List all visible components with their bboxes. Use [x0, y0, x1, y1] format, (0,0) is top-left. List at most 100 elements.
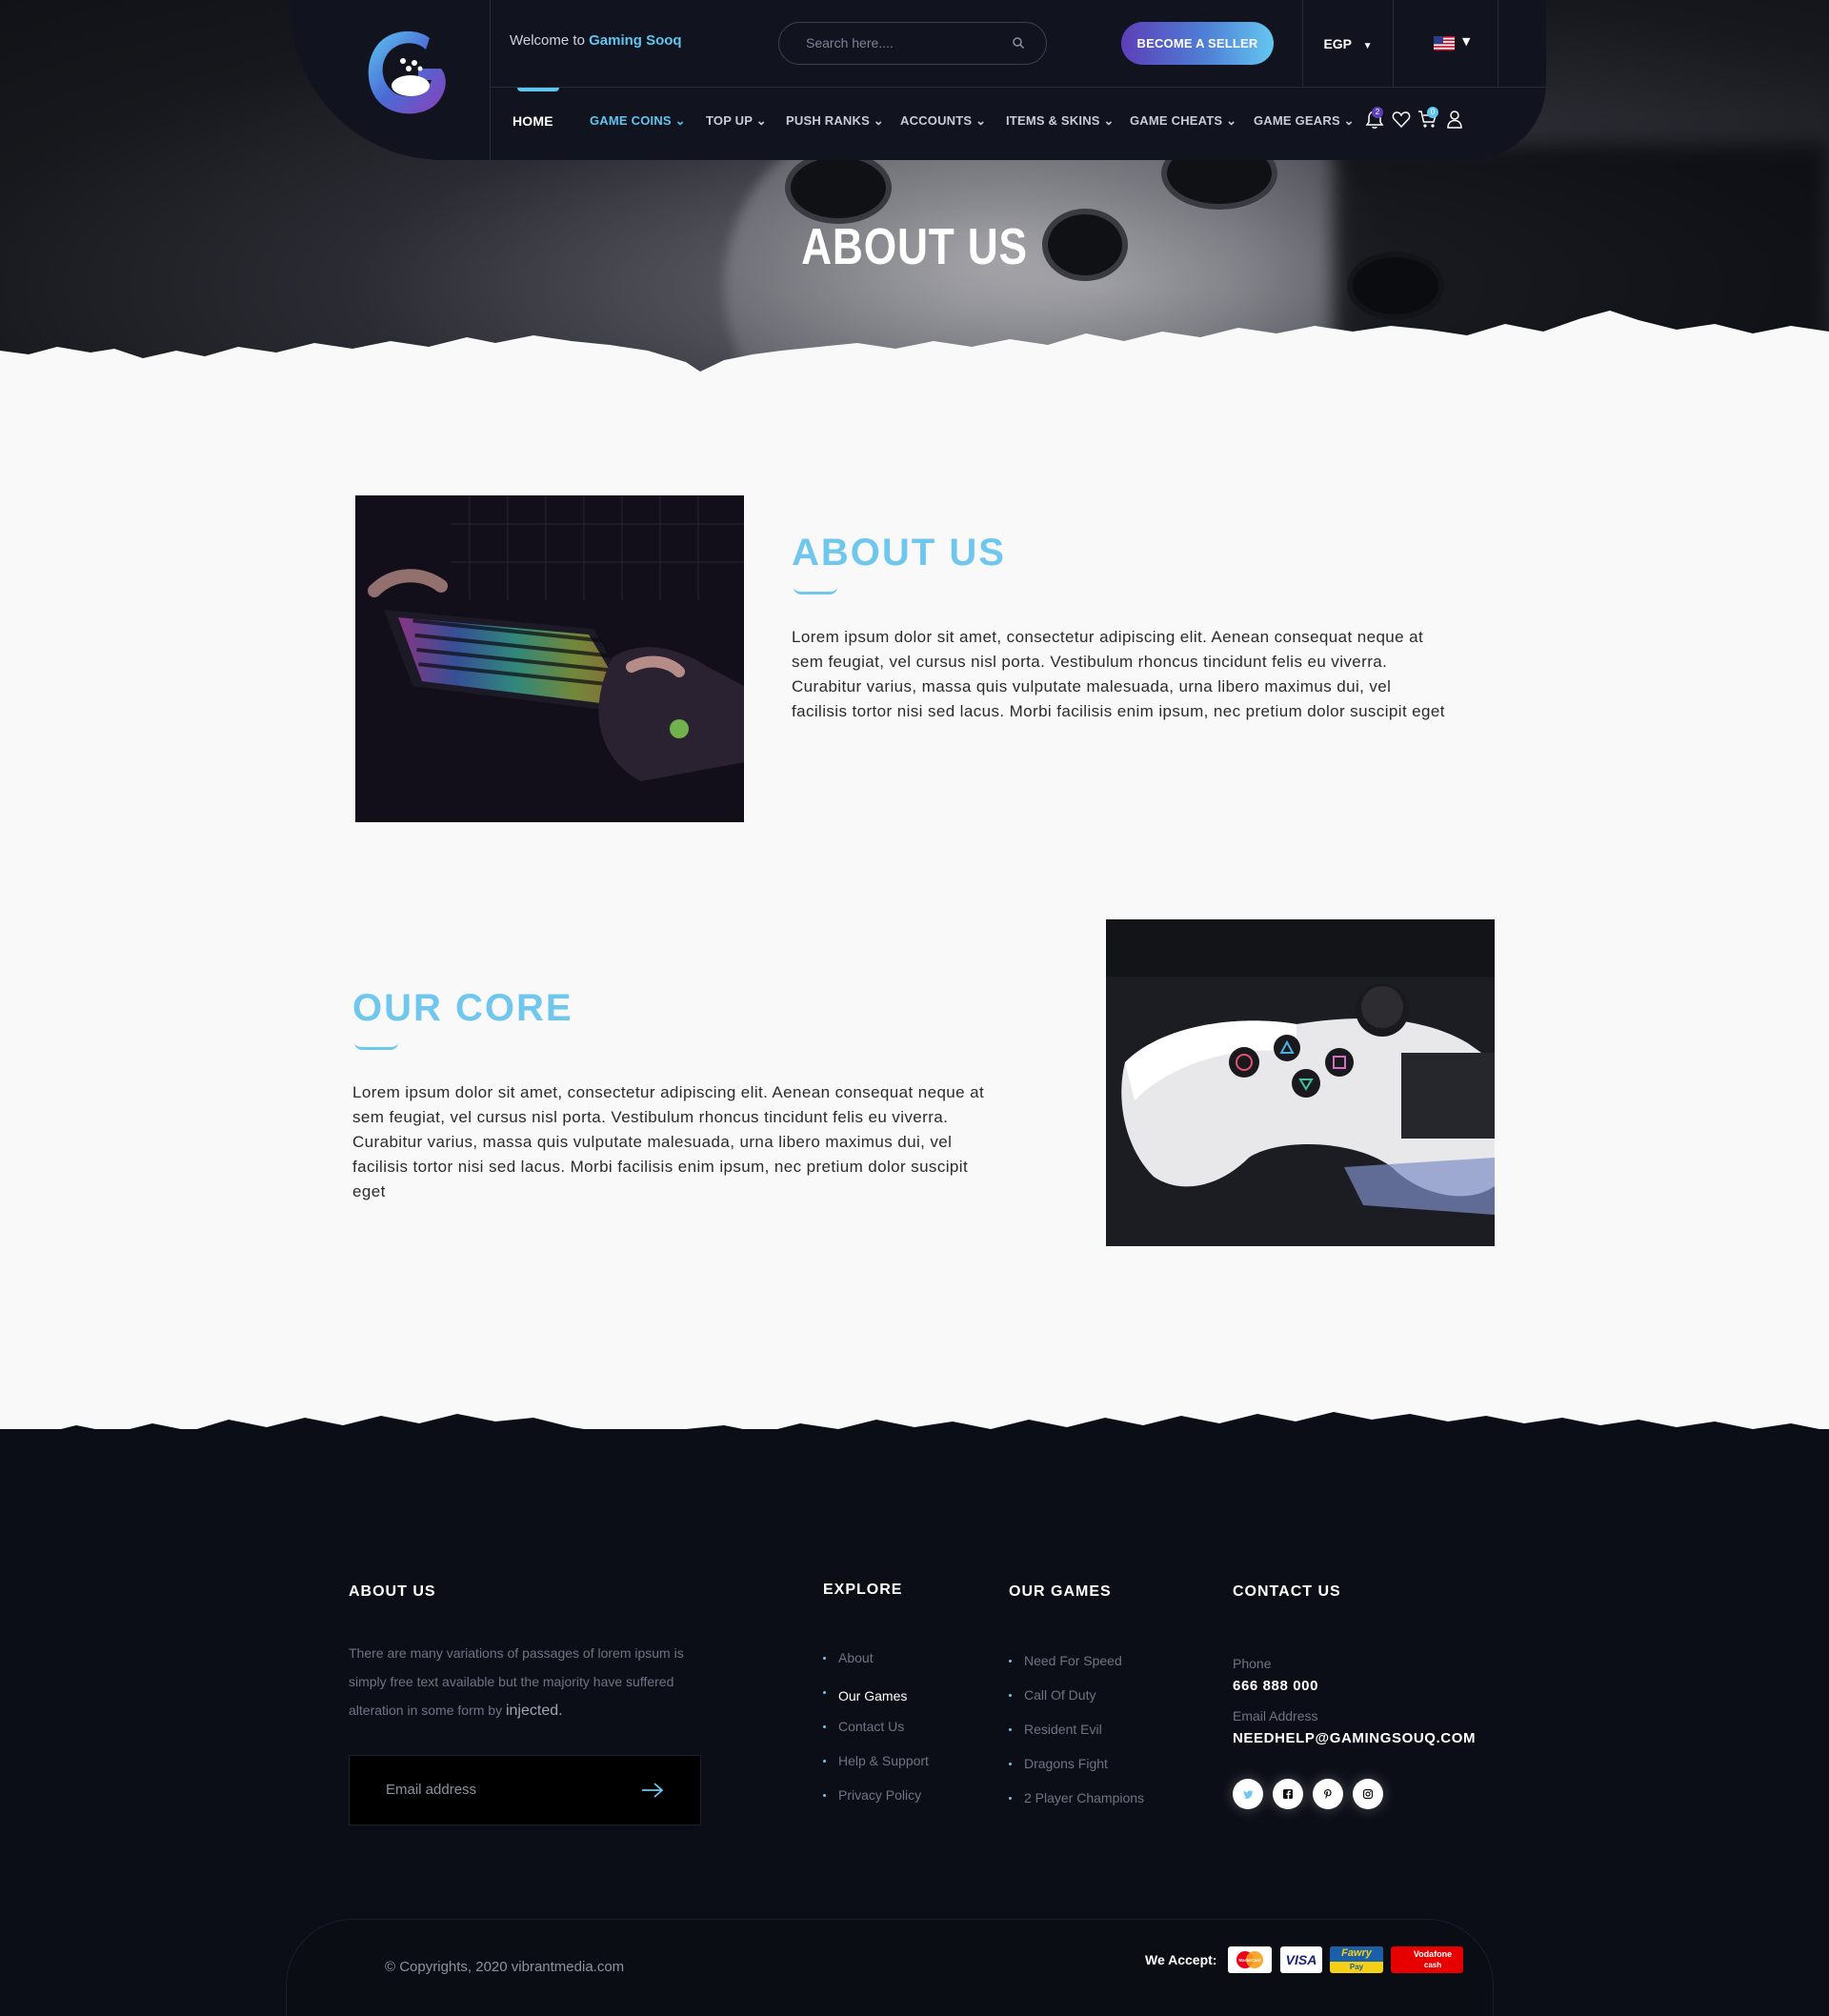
- search-icon[interactable]: [1012, 36, 1025, 50]
- about-section-title: ABOUT US: [792, 532, 1006, 574]
- chevron-down-icon: ⌄: [975, 113, 987, 128]
- footer-explore-list: About Our Games Contact Us Help & Suppor…: [823, 1650, 929, 1822]
- notification-badge: 2: [1372, 107, 1383, 118]
- page-title: ABOUT US: [801, 218, 1028, 275]
- chevron-down-icon: ⌄: [674, 113, 686, 128]
- chevron-down-icon: ⌄: [873, 113, 884, 128]
- nav-item-items-skins[interactable]: ITEMS & SKINS ⌄: [1006, 113, 1115, 129]
- currency-selector[interactable]: EGP ▼: [1302, 0, 1394, 88]
- mastercard-badge: MasterCard: [1228, 1946, 1272, 1973]
- facebook-icon: [1283, 1789, 1293, 1799]
- twitter-button[interactable]: [1233, 1779, 1263, 1809]
- chevron-down-icon: ⌄: [755, 113, 767, 128]
- footer-contact-heading: CONTACT US: [1233, 1583, 1341, 1600]
- phone-value[interactable]: 666 888 000: [1233, 1678, 1318, 1694]
- facebook-button[interactable]: [1273, 1779, 1303, 1809]
- nav-item-push-ranks[interactable]: PUSH RANKS ⌄: [786, 113, 884, 129]
- email-value[interactable]: NEEDHELP@GAMINGSOUQ.COM: [1233, 1730, 1476, 1746]
- welcome-prefix: Welcome to: [510, 32, 585, 49]
- footer-game-link[interactable]: Need For Speed: [1009, 1653, 1144, 1687]
- core-title-underline: [354, 1042, 398, 1050]
- active-nav-indicator: [517, 88, 559, 91]
- nav-item-game-coins[interactable]: GAME COINS ⌄: [590, 113, 686, 129]
- about-section-text: Lorem ipsum dolor sit amet, consectetur …: [792, 628, 1445, 720]
- user-icon[interactable]: [1444, 109, 1465, 130]
- footer-about-heading: ABOUT US: [349, 1583, 436, 1600]
- nav-label: GAME GEARS: [1254, 113, 1340, 128]
- we-accept-label: We Accept:: [1145, 1952, 1217, 1967]
- nav-label: ACCOUNTS: [900, 113, 973, 128]
- nav-item-home[interactable]: HOME: [513, 113, 553, 129]
- nav-label: PUSH RANKS: [786, 113, 870, 128]
- footer-games-heading: OUR GAMES: [1009, 1583, 1112, 1600]
- twitter-icon: [1243, 1790, 1253, 1799]
- footer-game-link[interactable]: 2 Player Champions: [1009, 1790, 1144, 1824]
- fawry-sub: Pay: [1349, 1963, 1364, 1971]
- chevron-down-icon: ⌄: [1103, 113, 1115, 128]
- vodafone-cash-badge: Vodafone cash: [1391, 1946, 1463, 1973]
- hero-controller-button: [791, 157, 886, 218]
- core-image-controller: [1106, 919, 1495, 1246]
- chevron-down-icon: ▼: [1362, 41, 1373, 51]
- torn-paper-edge-top: [0, 311, 1829, 391]
- nav-item-accounts[interactable]: ACCOUNTS ⌄: [900, 113, 986, 129]
- pinterest-icon: [1324, 1789, 1332, 1799]
- become-seller-button[interactable]: BECOME A SELLER: [1121, 22, 1274, 65]
- email-placeholder: Email address: [386, 1782, 477, 1798]
- footer-game-link[interactable]: Dragons Fight: [1009, 1756, 1144, 1790]
- chevron-down-icon: ⌄: [1226, 113, 1237, 128]
- chevron-down-icon: ▼: [1462, 35, 1471, 48]
- core-section-title: OUR CORE: [352, 987, 573, 1029]
- footer-about-text: There are many variations of passages of…: [349, 1639, 711, 1725]
- footer-about-end: injected.: [505, 1703, 563, 1719]
- header-top-row: Welcome to Gaming Sooq Search here.... B…: [491, 0, 1546, 88]
- welcome-brand: Gaming Sooq: [589, 32, 682, 49]
- fawry-label: Fawry: [1330, 1946, 1383, 1962]
- footer-link-contact-us[interactable]: Contact Us: [823, 1719, 929, 1753]
- nav-item-top-up[interactable]: TOP UP ⌄: [706, 113, 767, 129]
- header-icon-group: 2 0: [1364, 107, 1469, 133]
- footer-link-help-support[interactable]: Help & Support: [823, 1753, 929, 1787]
- nav-label: ITEMS & SKINS: [1006, 113, 1100, 128]
- core-section-text: Lorem ipsum dolor sit amet, consectetur …: [352, 1083, 985, 1200]
- pinterest-button[interactable]: [1313, 1779, 1343, 1809]
- footer-game-link[interactable]: Call Of Duty: [1009, 1687, 1144, 1722]
- nav-item-game-cheats[interactable]: GAME CHEATS ⌄: [1130, 113, 1236, 129]
- site-header: Welcome to Gaming Sooq Search here.... B…: [291, 0, 1546, 160]
- nav-label: TOP UP: [706, 113, 753, 128]
- newsletter-email-input[interactable]: Email address: [349, 1755, 701, 1825]
- mastercard-label: MasterCard: [1238, 1958, 1260, 1963]
- keyboard-illustration: [355, 495, 744, 822]
- copyright-text: © Copyrights, 2020 vibrantmedia.com: [385, 1959, 625, 1975]
- phone-label: Phone: [1233, 1656, 1272, 1671]
- heart-icon[interactable]: [1391, 109, 1412, 130]
- email-label: Email Address: [1233, 1708, 1318, 1724]
- footer-game-link[interactable]: Resident Evil: [1009, 1722, 1144, 1756]
- search-input[interactable]: Search here....: [778, 22, 1047, 65]
- fawry-badge: Fawry Pay: [1330, 1946, 1383, 1973]
- nav-label: GAME CHEATS: [1130, 113, 1223, 128]
- mastercard-icon: MasterCard: [1236, 1951, 1263, 1968]
- footer-games-list: Need For Speed Call Of Duty Resident Evi…: [1009, 1653, 1144, 1824]
- nav-item-game-gears[interactable]: GAME GEARS ⌄: [1254, 113, 1355, 129]
- instagram-button[interactable]: [1353, 1779, 1383, 1809]
- currency-value: EGP: [1323, 36, 1352, 51]
- arrow-right-icon[interactable]: [641, 1782, 664, 1799]
- footer-link-privacy-policy[interactable]: Privacy Policy: [823, 1787, 929, 1822]
- vodafone-label: Vodafone: [1413, 1949, 1453, 1959]
- visa-badge: VISA: [1280, 1946, 1322, 1973]
- nav-label: GAME COINS: [590, 113, 672, 128]
- footer-link-about[interactable]: About: [823, 1650, 929, 1684]
- footer-link-our-games[interactable]: Our Games: [823, 1684, 929, 1719]
- controller-illustration: [1106, 919, 1495, 1246]
- gaming-sooq-logo[interactable]: [361, 25, 452, 120]
- vodafone-sub: cash: [1423, 1961, 1442, 1969]
- language-selector[interactable]: ▼: [1394, 0, 1498, 88]
- nav-label: HOME: [513, 113, 553, 129]
- torn-paper-edge-bottom: [0, 1412, 1829, 1465]
- us-flag-icon: [1434, 36, 1455, 50]
- welcome-message: Welcome to Gaming Sooq: [510, 32, 682, 49]
- about-title-underline: [794, 587, 837, 595]
- logo-area: [291, 0, 491, 160]
- chevron-down-icon: ⌄: [1343, 113, 1355, 128]
